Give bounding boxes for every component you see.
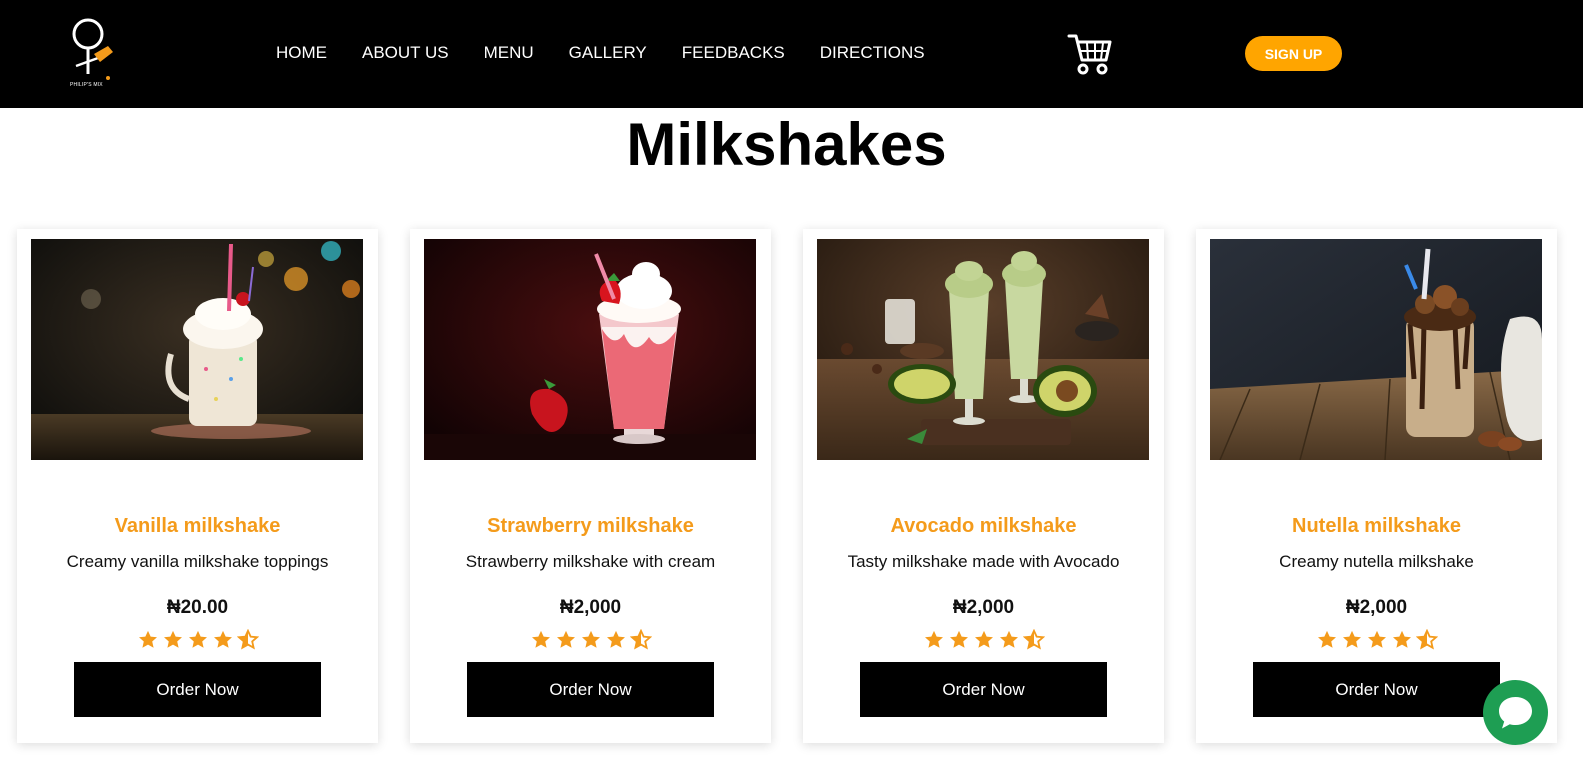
product-price: ₦2,000 — [559, 597, 622, 618]
product-description: Strawberry milkshake with cream — [465, 552, 716, 571]
star-full-icon — [1367, 630, 1386, 648]
star-full-icon — [974, 630, 993, 648]
chat-bubble-icon[interactable] — [1483, 680, 1548, 745]
product-description: Creamy vanilla milkshake toppings — [66, 552, 329, 571]
star-half-icon — [629, 629, 652, 650]
star-full-icon — [138, 630, 157, 648]
order-now-button[interactable]: Order Now — [74, 662, 321, 717]
star-full-icon — [581, 630, 600, 648]
product-name: Nutella milkshake — [1292, 515, 1461, 537]
avocado-milkshake-image — [817, 239, 1149, 460]
nutella-milkshake-image — [1210, 239, 1542, 460]
shopping-cart-icon[interactable] — [1066, 32, 1112, 76]
star-full-icon — [556, 630, 575, 648]
whisk-logo-icon — [72, 18, 113, 80]
nav-about-us[interactable]: ABOUT US — [362, 42, 449, 64]
product-image-strawberry — [424, 239, 756, 460]
nav-feedbacks[interactable]: FEEDBACKS — [682, 42, 785, 64]
star-half-icon — [1022, 629, 1045, 650]
product-card-avocado: Avocado milkshake Tasty milkshake made w… — [803, 229, 1164, 743]
star-full-icon — [1342, 630, 1361, 648]
star-full-icon — [606, 630, 625, 648]
star-full-icon — [999, 630, 1018, 648]
product-image-vanilla — [31, 239, 363, 460]
star-rating — [17, 629, 378, 651]
star-full-icon — [531, 630, 550, 648]
nav-directions[interactable]: DIRECTIONS — [820, 42, 925, 64]
order-now-button[interactable]: Order Now — [860, 662, 1107, 717]
star-half-icon — [1415, 629, 1438, 650]
product-image-avocado — [817, 239, 1149, 460]
product-name: Avocado milkshake — [890, 515, 1077, 537]
product-price: ₦20.00 — [166, 597, 229, 618]
star-full-icon — [188, 630, 207, 648]
nav-gallery[interactable]: GALLERY — [569, 42, 647, 64]
product-card-nutella: Nutella milkshake Creamy nutella milksha… — [1196, 229, 1557, 743]
order-now-button[interactable]: Order Now — [467, 662, 714, 717]
product-description: Tasty milkshake made with Avocado — [847, 552, 1120, 571]
star-full-icon — [924, 630, 943, 648]
nav-menu[interactable]: MENU — [484, 42, 534, 64]
product-name: Vanilla milkshake — [114, 515, 281, 537]
navbar: PHILIP'S MIX HOME ABOUT US MENU GALLERY … — [0, 0, 1583, 108]
product-name: Strawberry milkshake — [487, 515, 694, 537]
product-card-strawberry: Strawberry milkshake Strawberry milkshak… — [410, 229, 771, 743]
star-rating — [410, 629, 771, 651]
main-nav: HOME ABOUT US MENU GALLERY FEEDBACKS DIR… — [276, 42, 960, 64]
sign-up-button[interactable]: SIGN UP — [1245, 36, 1342, 71]
star-full-icon — [1317, 630, 1336, 648]
brand-logo[interactable]: PHILIP'S MIX — [68, 18, 120, 94]
star-full-icon — [213, 630, 232, 648]
product-image-nutella — [1210, 239, 1542, 460]
strawberry-milkshake-image — [424, 239, 756, 460]
star-full-icon — [1392, 630, 1411, 648]
star-full-icon — [163, 630, 182, 648]
product-card-vanilla: Vanilla milkshake Creamy vanilla milksha… — [17, 229, 378, 743]
vanilla-milkshake-image — [31, 239, 363, 460]
star-half-icon — [236, 629, 259, 650]
product-price: ₦2,000 — [952, 597, 1015, 618]
product-price: ₦2,000 — [1345, 597, 1408, 618]
nav-home[interactable]: HOME — [276, 42, 327, 64]
order-now-button[interactable]: Order Now — [1253, 662, 1500, 717]
star-full-icon — [949, 630, 968, 648]
star-rating — [803, 629, 1164, 651]
product-description: Creamy nutella milkshake — [1279, 552, 1474, 571]
star-rating — [1196, 629, 1557, 651]
page-title: Milkshakes — [626, 111, 947, 178]
logo-text: PHILIP'S MIX — [70, 82, 103, 88]
